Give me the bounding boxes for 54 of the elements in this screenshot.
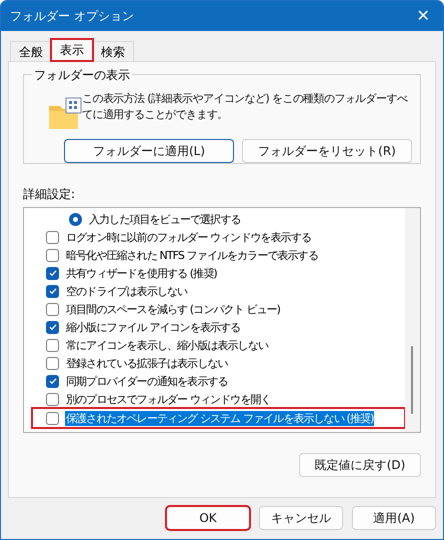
checkbox[interactable] xyxy=(46,412,59,424)
group-title: フォルダーの表示 xyxy=(32,67,132,84)
folder-icon xyxy=(48,97,82,131)
tab[interactable]: 全般 xyxy=(10,41,52,61)
option-label: 共有ウィザードを使用する (推奨) xyxy=(65,266,218,280)
checkbox[interactable] xyxy=(46,356,59,370)
tab[interactable]: 表示 xyxy=(51,39,93,61)
option-label: 縮小版にファイル アイコンを表示する xyxy=(65,320,242,334)
checkbox[interactable] xyxy=(46,248,59,262)
description-text: この表示方法 (詳細表示やアイコンなど) をこの種類のフォルダーすべてに適用することができます。 xyxy=(82,91,409,123)
list-row[interactable]: 縮小版にファイル アイコンを表示する xyxy=(24,318,405,336)
checkbox[interactable] xyxy=(46,230,59,244)
check-icon xyxy=(48,322,58,332)
option-label: 別のプロセスでフォルダー ウィンドウを開く xyxy=(65,392,272,406)
list-row[interactable]: ログオン時に以前のフォルダー ウィンドウを表示する xyxy=(24,228,405,246)
dialog-button[interactable]: 適用(A) xyxy=(352,506,436,530)
option-label: 常にアイコンを表示し、縮小版は表示しない xyxy=(65,338,270,352)
list-row[interactable]: 登録されている拡張子は表示しない xyxy=(24,354,405,372)
option-label: 空のドライブは表示しない xyxy=(65,284,188,298)
dialog-button[interactable]: キャンセル xyxy=(259,506,343,530)
option-label: 同期プロバイダーの通知を表示する xyxy=(65,374,229,388)
checkbox[interactable] xyxy=(46,284,59,298)
dialog-button[interactable]: フォルダーをリセット(R) xyxy=(242,139,412,163)
option-label: 登録されている拡張子は表示しない xyxy=(65,356,229,370)
window-title: フォルダー オプション xyxy=(10,8,134,24)
tab[interactable]: 検索 xyxy=(92,41,134,61)
restore-defaults-button[interactable]: 既定値に戻す(D) xyxy=(299,453,421,477)
list-row[interactable]: 暗号化や圧縮された NTFS ファイルをカラーで表示する xyxy=(24,246,405,264)
checkbox[interactable] xyxy=(46,320,59,334)
list-row[interactable]: 別のプロセスでフォルダー ウィンドウを開く xyxy=(24,390,405,408)
list-row[interactable]: 入力した項目をビューで選択する xyxy=(24,210,405,228)
section-label: 詳細設定: xyxy=(23,186,76,203)
option-label: 入力した項目をビューで選択する xyxy=(88,212,242,226)
option-label: ログオン時に以前のフォルダー ウィンドウを表示する xyxy=(65,230,312,244)
list-row[interactable]: 保護されたオペレーティング システム ファイルを表示しない (推奨) xyxy=(32,408,405,428)
list-row[interactable]: 同期プロバイダーの通知を表示する xyxy=(24,372,405,390)
option-label: 保護されたオペレーティング システム ファイルを表示しない (推奨) xyxy=(65,410,374,426)
list-row[interactable]: 空のドライブは表示しない xyxy=(24,282,405,300)
checkbox[interactable] xyxy=(46,392,59,406)
checkbox[interactable] xyxy=(46,374,59,388)
list-row[interactable]: 常にアイコンを表示し、縮小版は表示しない xyxy=(24,336,405,354)
dialog-button[interactable]: フォルダーに適用(L) xyxy=(64,139,234,163)
list-row[interactable]: 項目間のスペースを減らす (コンパクト ビュー) xyxy=(24,300,405,318)
checkbox[interactable] xyxy=(46,302,59,316)
scrollbar[interactable] xyxy=(405,208,420,432)
radio-button[interactable] xyxy=(69,212,82,226)
list-row[interactable]: 共有ウィザードを使用する (推奨) xyxy=(24,264,405,282)
option-label: 暗号化や圧縮された NTFS ファイルをカラーで表示する xyxy=(65,248,319,262)
checkbox[interactable] xyxy=(46,266,59,280)
option-label: 項目間のスペースを減らす (コンパクト ビュー) xyxy=(65,302,281,316)
checkbox[interactable] xyxy=(46,338,59,352)
check-icon xyxy=(48,376,58,386)
close-button[interactable]: ✕ xyxy=(403,1,443,31)
dialog-button[interactable]: OK xyxy=(166,506,250,530)
